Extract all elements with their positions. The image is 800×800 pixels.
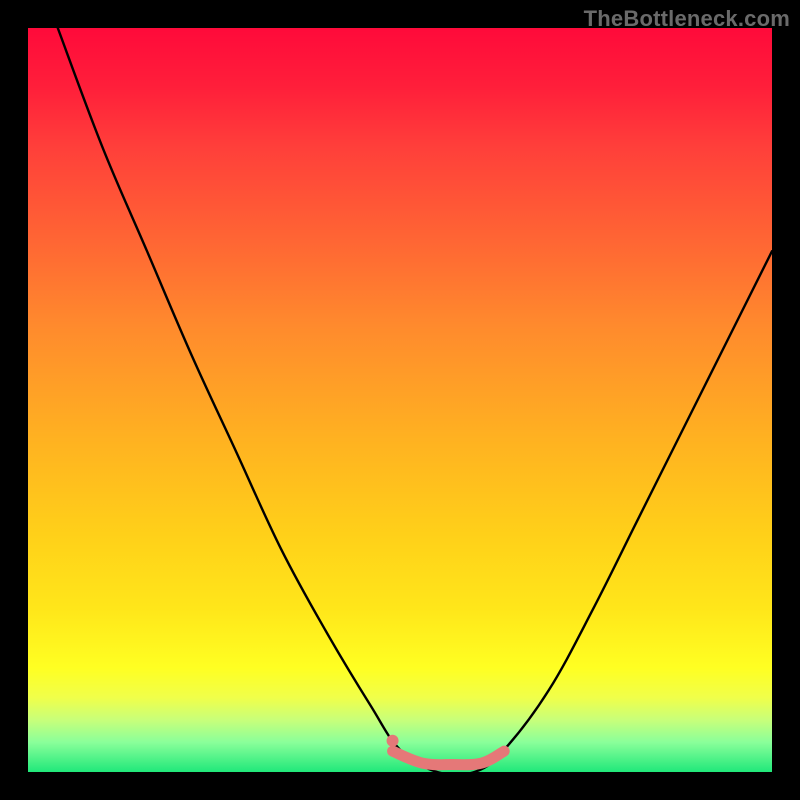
chart-svg (28, 28, 772, 772)
bottleneck-curve (58, 28, 772, 772)
watermark-text: TheBottleneck.com (584, 6, 790, 32)
tolerant-dot-left (387, 735, 399, 747)
tolerant-segment (393, 751, 505, 765)
chart-frame (28, 28, 772, 772)
